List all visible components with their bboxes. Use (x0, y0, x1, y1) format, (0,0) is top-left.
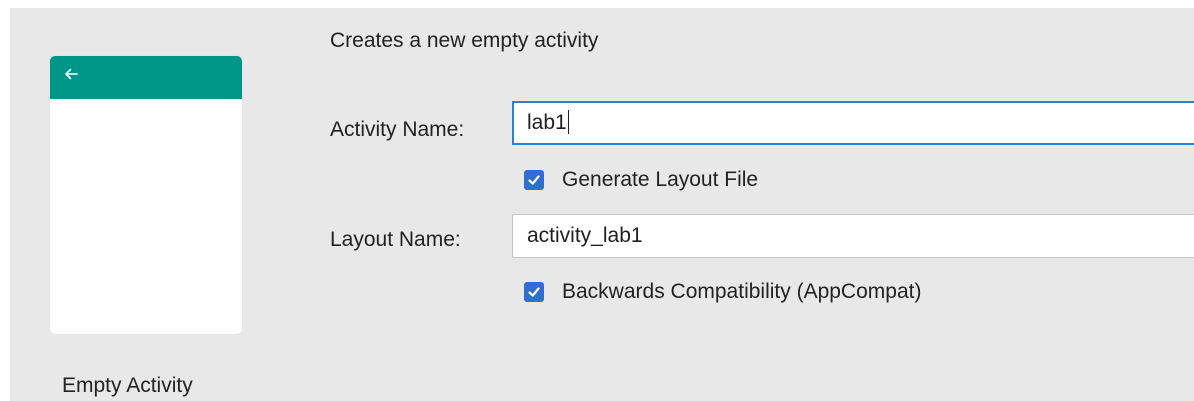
backwards-compat-label: Backwards Compatibility (AppCompat) (562, 280, 922, 303)
layout-name-label: Layout Name: (330, 228, 461, 251)
checkmark-icon (528, 175, 540, 185)
template-preview-card[interactable] (50, 56, 242, 334)
back-arrow-icon (65, 68, 78, 80)
checkmark-icon (528, 287, 540, 297)
generate-layout-checkbox[interactable] (524, 170, 544, 190)
template-description: Creates a new empty activity (330, 29, 599, 52)
generate-layout-row[interactable]: Generate Layout File (524, 168, 758, 192)
activity-name-input[interactable]: lab1 (512, 101, 1194, 145)
layout-name-input[interactable]: activity_lab1 (512, 214, 1194, 258)
preview-app-bar (50, 56, 242, 99)
backwards-compat-checkbox[interactable] (524, 282, 544, 302)
template-name-label: Empty Activity (62, 374, 193, 397)
new-activity-panel: Empty Activity Creates a new empty activ… (10, 8, 1194, 401)
text-caret (567, 109, 569, 134)
backwards-compat-row[interactable]: Backwards Compatibility (AppCompat) (524, 280, 921, 304)
activity-name-value: lab1 (527, 111, 567, 134)
generate-layout-label: Generate Layout File (562, 168, 759, 191)
activity-name-label: Activity Name: (330, 118, 465, 141)
layout-name-value: activity_lab1 (527, 224, 643, 247)
